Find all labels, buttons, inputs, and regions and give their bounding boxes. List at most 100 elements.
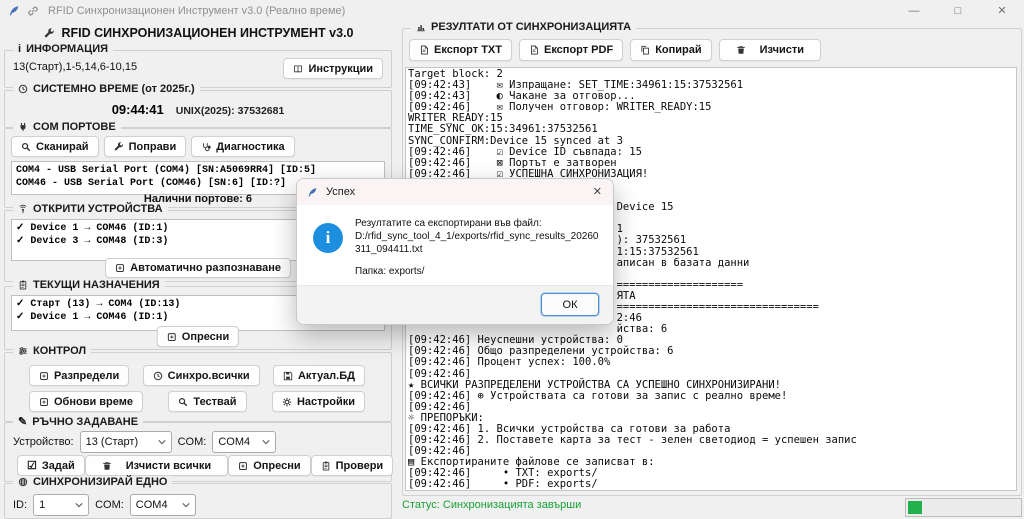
section-control-label: КОНТРОЛ bbox=[13, 345, 91, 357]
instructions-button[interactable]: Инструкции bbox=[283, 58, 383, 79]
log-line: [09:42:46] ⊕ Устройствата са готови за з… bbox=[408, 391, 1014, 402]
maximize-button[interactable]: □ bbox=[936, 0, 980, 22]
close-button[interactable]: ✕ bbox=[980, 0, 1024, 22]
dialog-message-intro: Резултатите са експортирани във файл: bbox=[355, 217, 601, 230]
control-row-2: Обнови време Тествай Настройки bbox=[5, 391, 391, 412]
results-buttons: Експорт TXT Експорт PDF Копирай Изчисти bbox=[409, 39, 821, 61]
com-ports-buttons: Сканирай Поправи Диагностика bbox=[11, 136, 295, 157]
log-line: [09:42:46] bbox=[408, 369, 1014, 380]
log-line: TIME_SYNC_OK:15:34961:37532561 bbox=[408, 124, 1014, 135]
export-pdf-button[interactable]: Експорт PDF bbox=[519, 39, 623, 61]
window-title: RFID Синхронизационен Инструмент v3.0 (Р… bbox=[48, 5, 345, 17]
diagnostics-button[interactable]: Диагностика bbox=[191, 136, 294, 157]
book-icon bbox=[293, 64, 303, 74]
manual-selects-row: Устройство: 13 (Старт) COM: COM4 bbox=[13, 431, 276, 453]
refresh-button[interactable]: Опресни bbox=[228, 455, 310, 476]
app-window: RFID Синхронизационен Инструмент v3.0 (Р… bbox=[0, 0, 1024, 518]
section-info-label: i ИНФОРМАЦИЯ bbox=[13, 43, 113, 55]
log-line: [09:42:46] 2. Поставете карта за тест - … bbox=[408, 435, 1014, 446]
device-select-label: Устройство: bbox=[13, 436, 74, 448]
system-time-value: 09:44:41 bbox=[112, 102, 164, 117]
magnifier-icon bbox=[21, 142, 31, 152]
app-feather-icon bbox=[8, 5, 20, 17]
section-sync-one-label: СИНХРОНИЗИРАЙ ЕДНО bbox=[13, 476, 172, 488]
copy-button[interactable]: Копирай bbox=[630, 39, 711, 61]
section-sync-one: СИНХРОНИЗИРАЙ ЕДНО ID: 1 COM: COM4 bbox=[4, 483, 392, 519]
com-select[interactable]: COM4 bbox=[212, 431, 276, 453]
floppy-icon bbox=[283, 371, 293, 381]
stethoscope-icon bbox=[201, 142, 211, 152]
minimize-button[interactable]: — bbox=[892, 0, 936, 22]
copy-icon bbox=[640, 45, 650, 55]
list-item[interactable]: COM4 - USB Serial Port (COM4) [SN:A5069R… bbox=[16, 164, 380, 177]
section-results-label: РЕЗУЛТАТИ ОТ СИНХРОНИЗАЦИЯТА bbox=[411, 21, 636, 33]
unix-time-value: UNIX(2025): 37532681 bbox=[176, 105, 285, 117]
document-icon bbox=[419, 45, 429, 55]
info-icon: i bbox=[18, 43, 21, 55]
wrench-icon bbox=[114, 142, 124, 152]
chevron-down-icon bbox=[158, 439, 166, 445]
sync-one-row: ID: 1 COM: COM4 bbox=[13, 494, 196, 516]
trash-icon bbox=[102, 461, 112, 471]
section-com-ports-label: COM ПОРТОВЕ bbox=[13, 121, 121, 133]
dialog-message-folder: Папка: exports/ bbox=[355, 265, 601, 278]
fix-button[interactable]: Поправи bbox=[104, 136, 187, 157]
chevron-down-icon bbox=[262, 439, 270, 445]
section-current-assignments-label: ТЕКУЩИ НАЗНАЧЕНИЯ bbox=[13, 279, 165, 291]
auto-recognize-button[interactable]: Автоматично разпознаване bbox=[105, 258, 291, 278]
export-txt-button[interactable]: Експорт TXT bbox=[409, 39, 512, 61]
chevron-down-icon bbox=[75, 502, 83, 508]
globe-icon bbox=[18, 477, 28, 487]
com-select-label: COM: bbox=[178, 436, 207, 448]
set-button[interactable]: ☑ Задай bbox=[17, 455, 85, 476]
success-dialog: Успех ✕ i Резултатите са експортирани въ… bbox=[296, 178, 614, 325]
gear-icon bbox=[282, 397, 292, 407]
progress-bar bbox=[905, 498, 1022, 517]
dialog-titlebar: Успех ✕ bbox=[297, 179, 613, 205]
settings-button[interactable]: Настройки bbox=[272, 391, 365, 412]
sliders-icon bbox=[18, 346, 28, 356]
section-manual-set: ✎ РЪЧНО ЗАДАВАНЕ Устройство: 13 (Старт) … bbox=[4, 422, 392, 482]
test-button[interactable]: Тествай bbox=[168, 391, 246, 412]
refresh-time-button[interactable]: Обнови време bbox=[29, 391, 143, 412]
window-controls: — □ ✕ bbox=[892, 0, 1024, 22]
clear-all-button[interactable]: Изчисти всички bbox=[85, 455, 228, 476]
section-manual-set-label: ✎ РЪЧНО ЗАДАВАНЕ bbox=[13, 415, 143, 428]
id-select[interactable]: 1 bbox=[33, 494, 89, 516]
app-link-icon bbox=[27, 5, 39, 17]
section-discovered-devices-label: ОТКРИТИ УСТРОЙСТВА bbox=[13, 203, 168, 215]
ok-button[interactable]: ОК bbox=[541, 293, 599, 316]
clipboard-icon bbox=[321, 461, 331, 471]
app-header: RFID СИНХРОНИЗАЦИОНЕН ИНСТРУМЕНТ v3.0 bbox=[0, 26, 398, 40]
log-line: [09:42:46] Процент успех: 100.0% bbox=[408, 357, 1014, 368]
distribute-button[interactable]: Разпредели bbox=[29, 365, 129, 386]
verify-button[interactable]: Провери bbox=[311, 455, 394, 476]
box-glyph-icon bbox=[167, 332, 177, 342]
sync-all-button[interactable]: Синхро.всички bbox=[143, 365, 260, 386]
window-titlebar: RFID Синхронизационен Инструмент v3.0 (Р… bbox=[0, 0, 1024, 22]
box-glyph-icon bbox=[39, 371, 49, 381]
refresh-assignments-button[interactable]: Опресни bbox=[157, 326, 239, 347]
clear-log-button[interactable]: Изчисти bbox=[719, 39, 821, 61]
device-select[interactable]: 13 (Старт) bbox=[80, 431, 172, 453]
document-icon bbox=[529, 45, 539, 55]
time-row: 09:44:41 UNIX(2025): 37532681 bbox=[5, 102, 391, 117]
app-feather-icon bbox=[307, 187, 318, 198]
clipboard-icon bbox=[18, 280, 28, 290]
chart-icon bbox=[416, 22, 426, 32]
dialog-close-icon[interactable]: ✕ bbox=[593, 179, 602, 205]
update-db-button[interactable]: Актуал.БД bbox=[273, 365, 365, 386]
magnifier-icon bbox=[178, 397, 188, 407]
device-range-text: 13(Старт),1-5,14,6-10,15 bbox=[13, 61, 137, 73]
section-system-time-label: СИСТЕМНО ВРЕМЕ (от 2025г.) bbox=[13, 83, 200, 95]
log-line: SYNC_CONFIRM:Device 15 synced at 3 bbox=[408, 136, 1014, 147]
dialog-title: Успех bbox=[326, 186, 355, 198]
control-row-1: Разпредели Синхро.всички Актуал.БД bbox=[5, 365, 391, 386]
trash-icon bbox=[736, 45, 746, 55]
checkbox-icon: ☑ bbox=[27, 459, 37, 472]
log-line: [09:42:46] • PDF: exports/ bbox=[408, 479, 1014, 490]
antenna-icon bbox=[18, 204, 28, 214]
scan-button[interactable]: Сканирай bbox=[11, 136, 99, 157]
app-header-title: RFID СИНХРОНИЗАЦИОНЕН ИНСТРУМЕНТ v3.0 bbox=[61, 26, 353, 40]
sync-one-com-select[interactable]: COM4 bbox=[130, 494, 196, 516]
